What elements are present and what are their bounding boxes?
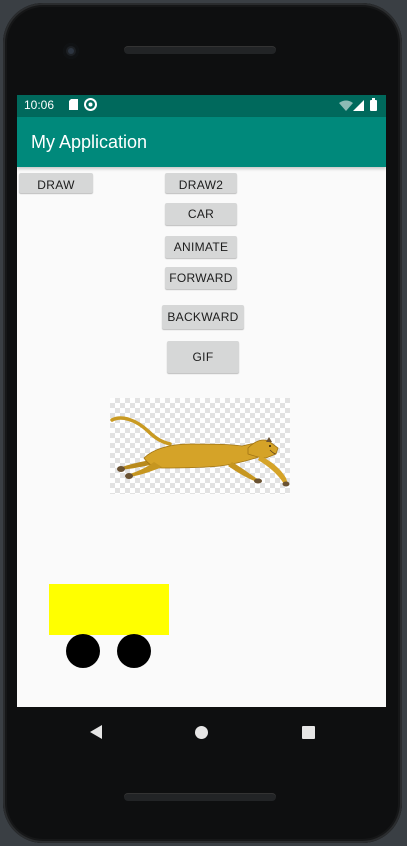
recents-icon[interactable] [302, 726, 315, 739]
screen: 10:06 My Application DRAW DRAW2 CAR ANIM… [17, 95, 386, 707]
backward-button[interactable]: BACKWARD [162, 305, 244, 329]
sync-icon [84, 98, 97, 114]
status-time: 10:06 [24, 98, 55, 112]
bottom-speaker [124, 793, 276, 801]
earpiece-speaker [124, 46, 276, 54]
wifi-icon [339, 100, 353, 114]
forward-button[interactable]: FORWARD [165, 267, 237, 289]
car-button[interactable]: CAR [165, 203, 237, 225]
phone-frame: 10:06 My Application DRAW DRAW2 CAR ANIM… [3, 3, 402, 843]
app-title: My Application [31, 132, 148, 152]
cougar-icon [110, 416, 290, 487]
car-wheel-right [117, 634, 151, 668]
car-wheel-left [66, 634, 100, 668]
animate-button[interactable]: ANIMATE [165, 236, 237, 258]
app-bar: My Application [17, 117, 386, 167]
gif-image [110, 398, 290, 494]
gif-button[interactable]: GIF [167, 341, 239, 373]
draw-button[interactable]: DRAW [19, 173, 93, 193]
home-icon[interactable] [195, 726, 208, 739]
draw2-button[interactable]: DRAW2 [165, 173, 237, 193]
status-bar: 10:06 [17, 95, 386, 117]
main-content: DRAW DRAW2 CAR ANIMATE FORWARD BACKWARD … [17, 167, 386, 707]
car-body [49, 584, 169, 635]
navigation-bar [17, 707, 386, 759]
back-icon[interactable] [90, 725, 102, 739]
sd-card-icon [69, 99, 78, 113]
front-camera [63, 43, 79, 59]
battery-icon [370, 98, 377, 114]
signal-icon [353, 100, 364, 114]
